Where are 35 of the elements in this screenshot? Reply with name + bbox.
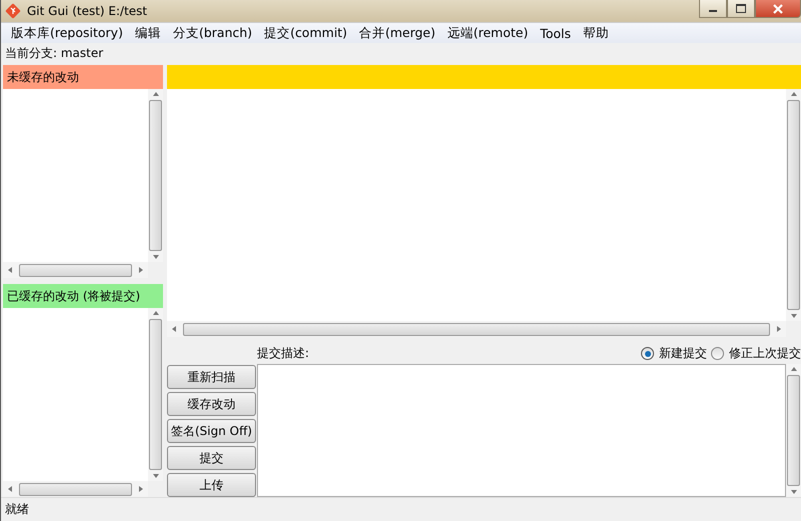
close-button[interactable]	[755, 0, 801, 18]
vertical-scrollbar[interactable]	[786, 89, 801, 321]
minimize-button[interactable]	[699, 0, 727, 18]
commit-message-field[interactable]	[257, 364, 786, 497]
menu-item[interactable]: 远端(remote)	[441, 24, 534, 42]
menu-item[interactable]: 合并(merge)	[353, 24, 442, 42]
commit-message-label: 提交描述:	[257, 345, 310, 362]
action-button[interactable]: 上传	[167, 473, 256, 497]
commit-mode-radio[interactable]: 修正上次提交	[711, 345, 801, 362]
minimize-icon	[709, 10, 717, 12]
action-button[interactable]: 签名(Sign Off)	[167, 419, 256, 443]
menu-item[interactable]: 帮助	[576, 24, 615, 42]
staged-changes-header: 已缓存的改动 (将被提交)	[3, 284, 163, 308]
menu-item[interactable]: 分支(branch)	[166, 24, 258, 42]
vertical-scrollbar[interactable]	[786, 364, 801, 497]
maximize-button[interactable]	[727, 0, 755, 18]
menu-item[interactable]: 提交(commit)	[258, 24, 354, 42]
commit-mode-radio[interactable]: 新建提交	[641, 345, 707, 362]
action-button[interactable]: 缓存改动	[167, 392, 256, 416]
menu-item[interactable]: Tools	[534, 26, 577, 40]
horizontal-scrollbar[interactable]	[3, 481, 148, 497]
close-icon	[772, 4, 784, 14]
menu-item[interactable]: 编辑	[128, 24, 167, 42]
vertical-scrollbar[interactable]	[148, 308, 163, 481]
horizontal-scrollbar[interactable]	[167, 321, 786, 337]
maximize-icon	[736, 4, 746, 13]
action-button[interactable]: 提交	[167, 446, 256, 470]
action-button[interactable]: 重新扫描	[167, 365, 256, 389]
status-bar: 就绪	[1, 497, 801, 521]
current-branch-label: 当前分支: master	[4, 44, 104, 62]
horizontal-scrollbar[interactable]	[3, 262, 148, 278]
unstaged-changes-header: 未缓存的改动	[3, 65, 163, 89]
menu-item[interactable]: 版本库(repository)	[5, 24, 129, 42]
window-title: Git Gui (test) E:/test	[27, 4, 148, 18]
vertical-scrollbar[interactable]	[148, 89, 163, 262]
